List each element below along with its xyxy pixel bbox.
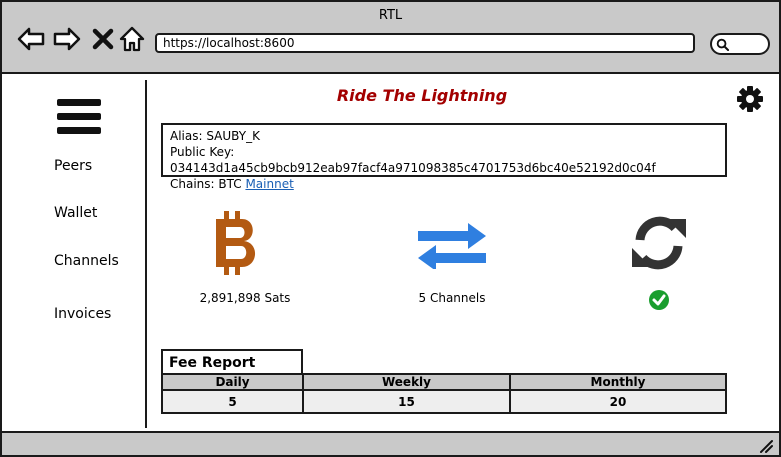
search-icon <box>716 38 729 51</box>
home-icon[interactable] <box>118 24 146 54</box>
node-alias: Alias: SAUBY_K <box>170 129 260 143</box>
fee-report-tab: Fee Report <box>161 349 303 374</box>
chains-label: Chains: BTC <box>170 177 246 191</box>
channels-label: 5 Channels <box>418 291 486 305</box>
sidebar-item-wallet[interactable]: Wallet <box>54 205 97 221</box>
fee-header-monthly: Monthly <box>509 372 727 392</box>
app-window: RTL https://localhost:8600 Peers Wallet … <box>0 0 781 457</box>
search-field[interactable] <box>710 33 770 55</box>
mainnet-link[interactable]: Mainnet <box>245 177 293 191</box>
gear-icon[interactable] <box>736 85 764 113</box>
node-info-panel: Alias: SAUBY_K Public Key: 034143d1a45cb… <box>161 123 727 191</box>
transfer-arrows-icon <box>418 221 486 271</box>
back-arrow-icon[interactable] <box>16 24 46 54</box>
sidebar-divider <box>145 80 147 428</box>
sidebar-item-channels[interactable]: Channels <box>54 253 119 269</box>
hamburger-menu-icon[interactable] <box>57 99 101 137</box>
balance-label: 2,891,898 Sats <box>199 291 291 305</box>
node-chains: Chains: BTC Mainnet <box>170 176 718 192</box>
fee-header-daily: Daily <box>161 372 304 392</box>
fee-header-weekly: Weekly <box>302 372 511 392</box>
fee-value-weekly: 15 <box>302 389 511 414</box>
node-public-key: Public Key: 034143d1a45cb9bcb912eab97fac… <box>170 145 656 175</box>
check-circle-icon <box>648 289 670 311</box>
sidebar-item-invoices[interactable]: Invoices <box>54 306 111 322</box>
resize-grip-icon[interactable] <box>759 438 773 453</box>
refresh-icon[interactable] <box>629 213 689 273</box>
window-title: RTL <box>378 8 403 23</box>
bitcoin-icon <box>212 209 262 277</box>
sidebar: Peers Wallet Channels Invoices <box>2 74 147 429</box>
fee-report-table: Daily Weekly Monthly 5 15 20 <box>161 372 727 414</box>
url-input[interactable]: https://localhost:8600 <box>155 33 695 53</box>
fee-value-monthly: 20 <box>509 389 727 414</box>
forward-arrow-icon[interactable] <box>52 24 82 54</box>
browser-toolbar: RTL https://localhost:8600 <box>2 2 779 74</box>
page-title: Ride The Lightning <box>336 86 508 105</box>
close-icon[interactable] <box>90 24 116 54</box>
sidebar-item-peers[interactable]: Peers <box>54 158 92 174</box>
status-bar <box>2 431 779 455</box>
fee-value-daily: 5 <box>161 389 304 414</box>
